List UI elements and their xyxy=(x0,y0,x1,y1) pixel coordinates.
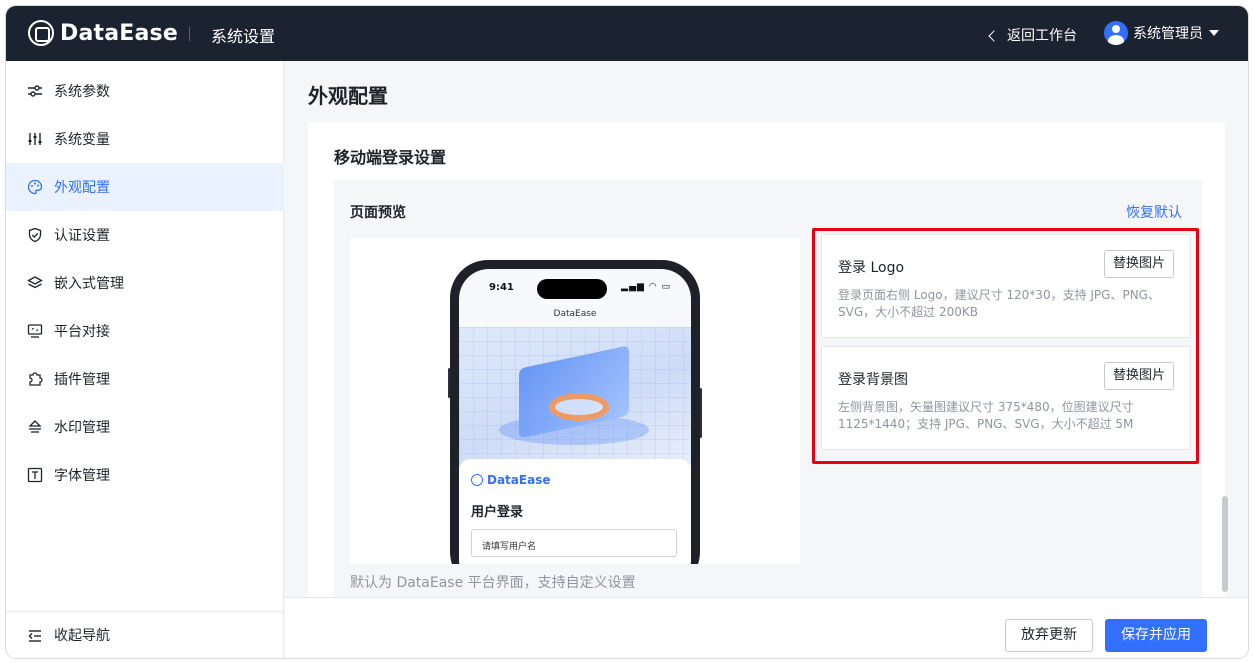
section-title: 系统设置 xyxy=(211,27,276,46)
avatar xyxy=(1104,21,1128,45)
status-time: 9:41 xyxy=(489,282,514,293)
sidebar-item-fonts[interactable]: 字体管理 xyxy=(6,451,284,499)
collapse-menu-icon xyxy=(28,630,41,642)
signal-wifi-battery-icon: ▂▄▆ ◠ ▭ xyxy=(621,282,671,292)
highlight-box xyxy=(812,228,1199,464)
preview-hint: 默认为 DataEase 平台界面，支持自定义设置 xyxy=(350,575,636,591)
sidebar-item-label: 平台对接 xyxy=(54,324,110,340)
phone-login-title: 用户登录 xyxy=(471,505,524,520)
shield-check-icon xyxy=(28,227,42,243)
sliders-icon xyxy=(28,85,42,97)
layers-icon xyxy=(27,276,43,289)
user-name: 系统管理员 xyxy=(1133,26,1203,42)
card-title: 移动端登录设置 xyxy=(334,148,447,167)
dynamic-island xyxy=(537,279,607,299)
sidebar-item-label: 系统参数 xyxy=(54,84,110,100)
app-window: DataEase 系统设置 返回工作台 系统管理员 系统参数 系统变量 外观配置 xyxy=(6,6,1248,658)
sidebar-item-label: 字体管理 xyxy=(54,468,110,484)
phone-username-input: 请填写用户名 xyxy=(471,529,677,557)
sidebar-item-system-variables[interactable]: 系统变量 xyxy=(6,115,284,163)
user-menu[interactable]: 系统管理员 xyxy=(1104,21,1219,45)
sidebar-item-system-params[interactable]: 系统参数 xyxy=(6,67,284,115)
sidebar-item-label: 嵌入式管理 xyxy=(54,276,124,292)
footer-bar xyxy=(285,597,1248,658)
sidebar: 系统参数 系统变量 外观配置 认证设置 嵌入式管理 平台对接 插件管理 水印管理… xyxy=(6,61,284,658)
sidebar-item-watermark[interactable]: 水印管理 xyxy=(6,403,284,451)
top-header: DataEase 系统设置 返回工作台 系统管理员 xyxy=(6,6,1248,61)
watermark-icon xyxy=(28,420,42,433)
discard-changes-button[interactable]: 放弃更新 xyxy=(1005,619,1093,652)
sidebar-item-auth-settings[interactable]: 认证设置 xyxy=(6,211,284,259)
header-divider xyxy=(189,27,190,41)
sidebar-item-platform[interactable]: 平台对接 xyxy=(6,307,284,355)
phone-brand: DataEase xyxy=(487,473,551,487)
monitor-icon xyxy=(27,324,43,338)
save-and-apply-button[interactable]: 保存并应用 xyxy=(1105,619,1207,652)
dataease-logo-icon xyxy=(471,474,483,486)
restore-default-link[interactable]: 恢复默认 xyxy=(1126,202,1182,222)
collapse-nav-button[interactable]: 收起导航 xyxy=(6,611,284,658)
hero-ring-chart xyxy=(549,393,609,421)
puzzle-icon xyxy=(29,372,43,386)
phone-screen: 9:41 ▂▄▆ ◠ ▭ DataEase DataEase 用户登录 请填写用… xyxy=(459,269,691,564)
dataease-logo-icon xyxy=(28,20,54,46)
palette-icon xyxy=(27,179,43,195)
page-title: 外观配置 xyxy=(308,84,388,108)
collapse-nav-label: 收起导航 xyxy=(54,628,110,644)
phone-mockup: 9:41 ▂▄▆ ◠ ▭ DataEase DataEase 用户登录 请填写用… xyxy=(450,260,700,564)
preview-label: 页面预览 xyxy=(350,205,406,221)
login-background-image xyxy=(459,327,691,467)
sidebar-item-plugins[interactable]: 插件管理 xyxy=(6,355,284,403)
sidebar-item-label: 系统变量 xyxy=(54,132,110,148)
phone-app-title: DataEase xyxy=(553,309,597,319)
sidebar-item-label: 认证设置 xyxy=(54,228,110,244)
vertical-scrollbar[interactable] xyxy=(1222,496,1228,592)
chevron-left-icon xyxy=(988,29,1000,42)
sidebar-item-label: 水印管理 xyxy=(54,420,110,436)
phone-preview: 9:41 ▂▄▆ ◠ ▭ DataEase DataEase 用户登录 请填写用… xyxy=(350,238,800,564)
brand-name: DataEase xyxy=(60,20,178,46)
equalizer-icon xyxy=(28,133,42,145)
phone-logo: DataEase xyxy=(471,473,550,487)
caret-down-icon xyxy=(1209,30,1219,36)
sidebar-item-label: 外观配置 xyxy=(54,180,110,196)
back-label: 返回工作台 xyxy=(1007,28,1077,44)
text-box-icon xyxy=(27,467,43,483)
back-to-workbench-link[interactable]: 返回工作台 xyxy=(988,25,1077,45)
sidebar-item-appearance[interactable]: 外观配置 xyxy=(6,163,284,211)
sidebar-item-label: 插件管理 xyxy=(54,372,110,388)
brand-logo[interactable]: DataEase xyxy=(28,20,178,46)
sidebar-item-embedded[interactable]: 嵌入式管理 xyxy=(6,259,284,307)
phone-login-card: DataEase 用户登录 请填写用户名 xyxy=(459,459,691,564)
